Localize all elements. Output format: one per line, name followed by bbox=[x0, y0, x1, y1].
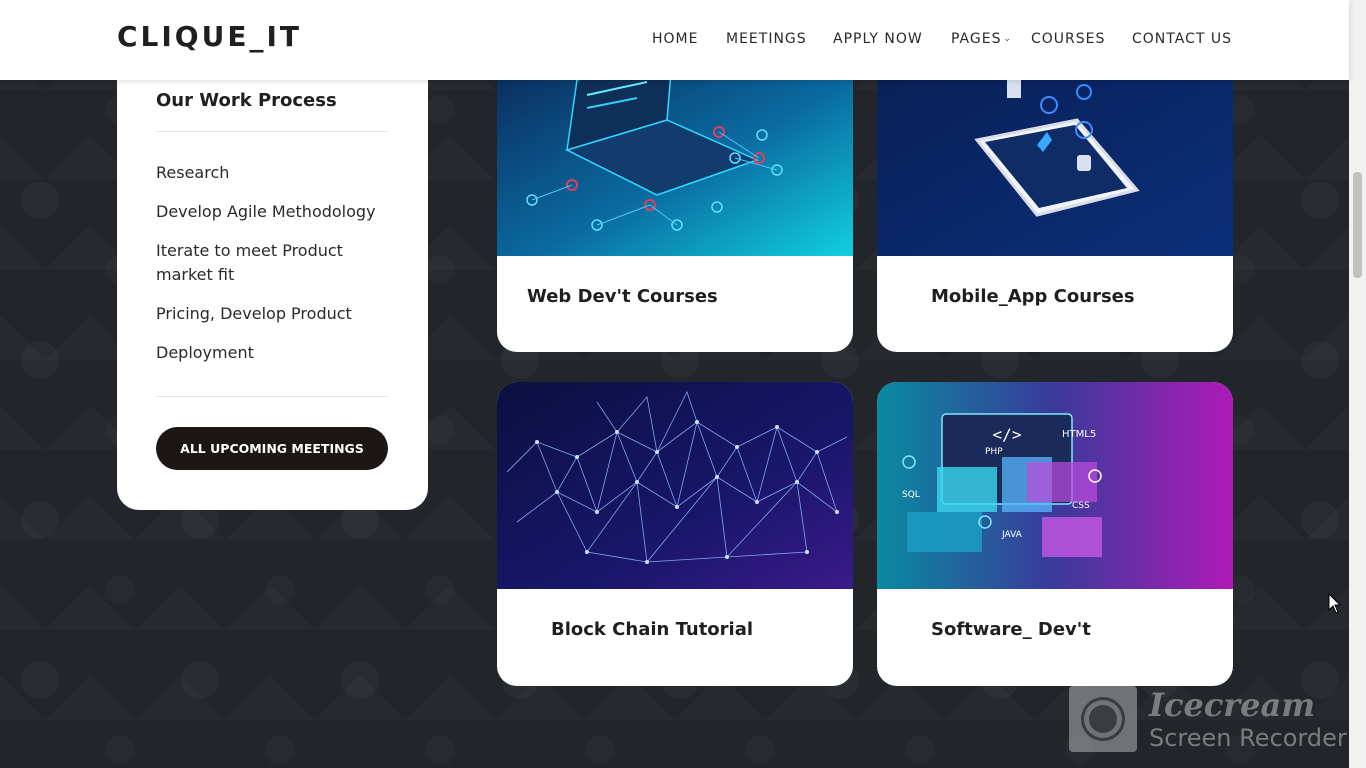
watermark-subtitle: Screen Recorder bbox=[1149, 724, 1347, 752]
nav-pages-label: PAGES bbox=[951, 31, 1002, 47]
course-card-software-dev[interactable]: </> HTML5 PHP SQL CSS JAVA Software_ Dev… bbox=[877, 382, 1233, 686]
web-dev-image bbox=[497, 60, 853, 256]
mouse-cursor-icon bbox=[1328, 593, 1342, 614]
chevron-down-icon: ⌄ bbox=[1003, 34, 1013, 44]
list-item[interactable]: Iterate to meet Product market fit bbox=[156, 239, 396, 287]
recorder-watermark: Icecream Screen Recorder bbox=[1069, 686, 1349, 754]
list-item[interactable]: Pricing, Develop Product bbox=[156, 302, 396, 326]
work-process-card: Our Work Process Research Develop Agile … bbox=[117, 60, 428, 510]
nav-home[interactable]: HOME bbox=[652, 31, 698, 47]
work-process-list: Research Develop Agile Methodology Itera… bbox=[156, 161, 396, 380]
course-title[interactable]: Web Dev't Courses bbox=[527, 286, 718, 307]
divider bbox=[156, 396, 388, 397]
course-title[interactable]: Software_ Dev't bbox=[931, 619, 1091, 640]
camera-icon bbox=[1069, 686, 1137, 752]
all-upcoming-meetings-button[interactable]: ALL UPCOMING MEETINGS bbox=[156, 427, 388, 470]
site-header: CLIQUE_IT HOME MEETINGS APPLY NOW PAGES ⌄… bbox=[0, 0, 1349, 80]
nav-contact-us[interactable]: CONTACT US bbox=[1132, 31, 1232, 47]
software-dev-image: </> HTML5 PHP SQL CSS JAVA bbox=[877, 382, 1233, 589]
course-card-block-chain[interactable]: Block Chain Tutorial bbox=[497, 382, 853, 686]
svg-text:</>: </> bbox=[993, 425, 1022, 444]
svg-text:CSS: CSS bbox=[1072, 501, 1090, 511]
nav-courses[interactable]: COURSES bbox=[1031, 31, 1105, 47]
list-item[interactable]: Develop Agile Methodology bbox=[156, 200, 396, 224]
nav-pages[interactable]: PAGES ⌄ bbox=[951, 31, 1012, 47]
work-process-title: Our Work Process bbox=[156, 90, 337, 111]
svg-text:HTML5: HTML5 bbox=[1062, 429, 1096, 440]
nav-meetings[interactable]: MEETINGS bbox=[726, 31, 807, 47]
scrollbar-thumb[interactable] bbox=[1353, 172, 1362, 278]
list-item[interactable]: Deployment bbox=[156, 341, 396, 365]
svg-text:JAVA: JAVA bbox=[1001, 530, 1023, 540]
watermark-title: Icecream bbox=[1149, 686, 1316, 724]
svg-text:PHP: PHP bbox=[985, 447, 1003, 457]
mobile-app-image bbox=[877, 60, 1233, 256]
site-logo[interactable]: CLIQUE_IT bbox=[117, 20, 302, 53]
page-scrollbar[interactable] bbox=[1349, 0, 1366, 768]
course-title[interactable]: Block Chain Tutorial bbox=[551, 619, 753, 640]
course-card-mobile-app[interactable]: Mobile_App Courses bbox=[877, 60, 1233, 352]
course-title[interactable]: Mobile_App Courses bbox=[931, 286, 1135, 307]
list-item[interactable]: Research bbox=[156, 161, 396, 185]
course-card-web-dev[interactable]: Web Dev't Courses bbox=[497, 60, 853, 352]
nav-apply-now[interactable]: APPLY NOW bbox=[833, 31, 923, 47]
block-chain-image bbox=[497, 382, 853, 589]
svg-text:SQL: SQL bbox=[902, 490, 920, 500]
divider bbox=[156, 131, 388, 132]
